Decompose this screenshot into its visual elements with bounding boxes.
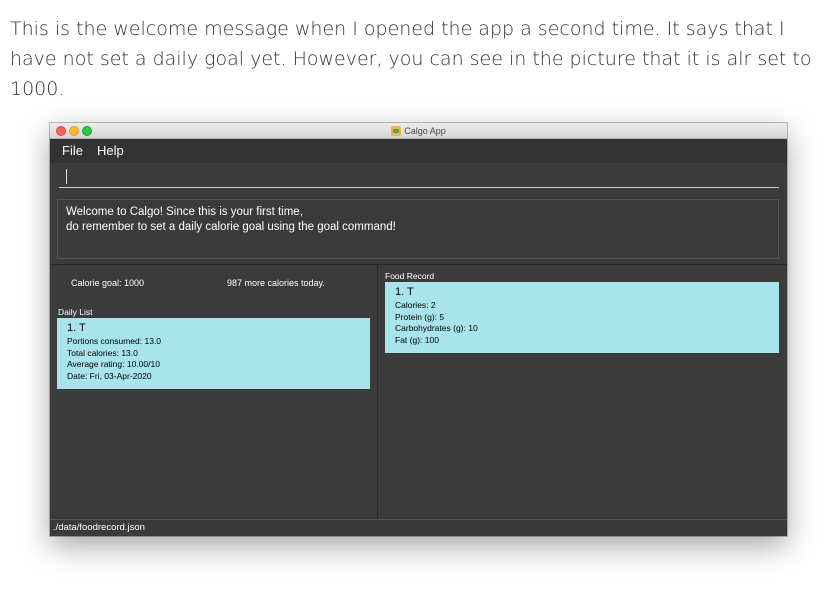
calgo-app-icon xyxy=(391,125,402,136)
food-item-fat: Fat (g): 100 xyxy=(395,334,439,345)
food-item-protein: Protein (g): 5 xyxy=(395,311,445,322)
food-record-item[interactable]: 1. T Calories: 2 Protein (g): 5 Carbohyd… xyxy=(385,282,779,353)
text-caret xyxy=(66,169,67,184)
window-title: Calgo App xyxy=(404,125,446,136)
result-line-1: Welcome to Calgo! Since this is your fir… xyxy=(66,206,303,218)
caption-text: This is the welcome message when I opene… xyxy=(10,18,812,100)
right-pane: Food Record 1. T Calories: 2 Protein (g)… xyxy=(378,265,787,519)
daily-list-item[interactable]: 1. T Portions consumed: 13.0 Total calor… xyxy=(57,318,370,389)
data-file-path: ./data/foodrecord.json xyxy=(53,522,145,533)
food-record-heading: Food Record xyxy=(385,271,435,281)
command-area xyxy=(50,163,787,193)
result-line-2: do remember to set a daily calorie goal … xyxy=(66,221,396,233)
daily-list-heading: Daily List xyxy=(58,307,93,317)
menu-file[interactable]: File xyxy=(62,143,83,158)
menu-help[interactable]: Help xyxy=(97,143,124,158)
remaining-calories-label: 987 more calories today. xyxy=(227,278,325,288)
calorie-goal-label: Calorie goal: 1000 xyxy=(71,278,145,288)
daily-item-date: Date: Fri, 03-Apr-2020 xyxy=(67,370,152,381)
food-item-calories: Calories: 2 xyxy=(395,300,436,310)
status-bar: ./data/foodrecord.json xyxy=(50,519,787,536)
food-item-title: 1. T xyxy=(395,286,414,298)
daily-item-title: 1. T xyxy=(67,322,86,334)
daily-item-portions: Portions consumed: 13.0 xyxy=(67,336,162,346)
left-pane: Calorie goal: 1000 987 more calories tod… xyxy=(50,265,377,519)
daily-item-rating: Average rating: 10.00/10 xyxy=(67,359,160,369)
result-display: Welcome to Calgo! Since this is your fir… xyxy=(57,199,779,259)
menu-bar: File Help xyxy=(50,139,787,163)
title-bar: Calgo App xyxy=(50,123,787,139)
app-window: Calgo App File Help Welcome to Calgo! Si… xyxy=(50,123,787,536)
command-input[interactable] xyxy=(59,167,779,188)
food-item-carbs: Carbohydrates (g): 10 xyxy=(395,323,478,333)
window-title-wrap: Calgo App xyxy=(50,124,787,137)
daily-item-total: Total calories: 13.0 xyxy=(67,347,138,358)
